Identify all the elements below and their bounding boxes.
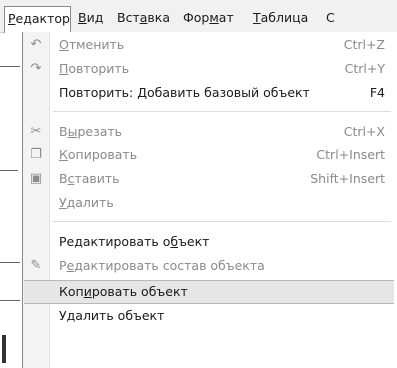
menu-item-repeat-label: Повторить: Добавить базовый объект: [59, 85, 310, 100]
menu-item-repeat-shortcut: F4: [369, 85, 385, 100]
menu-item-paste-shortcut: Shift+Insert: [310, 171, 385, 186]
scissors-icon: ✂: [30, 124, 42, 139]
menu-item-paste-label: Вставить: [59, 171, 120, 186]
menu-editor-label: Редактор: [8, 11, 70, 26]
menu-item-copy-shortcut: Ctrl+Insert: [316, 147, 385, 162]
drawing-line: [0, 170, 18, 171]
menu-item-edit-object-label: Редактировать объект: [59, 234, 210, 249]
menu-item-edit-composition[interactable]: ✎ Редактировать состав объекта: [23, 255, 395, 277]
menu-item-undo-shortcut: Ctrl+Z: [343, 37, 385, 52]
menu-item-delete[interactable]: Удалить: [23, 192, 395, 214]
menu-item-cut[interactable]: ✂ Вырезать Ctrl+X: [23, 121, 395, 143]
redo-icon: ↷: [30, 61, 42, 76]
menu-item-edit-object[interactable]: Редактировать объект: [23, 231, 395, 253]
paste-icon: ▣: [29, 171, 43, 186]
menu-item-paste[interactable]: ▣ Вставить Shift+Insert: [23, 168, 395, 190]
menu-item-copy-label: Копировать: [59, 147, 138, 162]
menu-item-delete-label: Удалить: [59, 195, 114, 210]
menu-item-copy-object-label: Копировать объект: [59, 284, 188, 299]
menu-s-label: С: [326, 10, 335, 25]
menu-format-label: Формат: [183, 10, 234, 25]
menu-view[interactable]: Вид: [78, 7, 103, 28]
menu-item-edit-composition-label: Редактировать состав объекта: [59, 258, 265, 273]
edit-composition-icon: ✎: [30, 258, 42, 273]
menu-insert[interactable]: Вставка: [117, 7, 170, 28]
menu-s[interactable]: С: [326, 7, 335, 28]
menu-item-repeat[interactable]: Повторить: Добавить базовый объект F4: [23, 82, 395, 104]
menu-bar: Редактор Вид Вставка Формат Таблица С: [0, 0, 397, 33]
drawing-line: [0, 262, 20, 263]
menu-item-copy-object[interactable]: Копировать объект: [24, 280, 394, 304]
menu-item-copy[interactable]: ❐ Копировать Ctrl+Insert: [23, 144, 395, 166]
menu-format[interactable]: Формат: [183, 7, 234, 28]
menu-item-undo[interactable]: ↶ Отменить Ctrl+Z: [23, 34, 395, 56]
menu-table-label: Таблица: [253, 10, 309, 25]
menu-item-redo-shortcut: Ctrl+Y: [344, 61, 385, 76]
menu-separator: [53, 221, 391, 222]
menu-separator: [53, 111, 391, 112]
document-background: [0, 0, 22, 368]
menu-item-cut-shortcut: Ctrl+X: [343, 124, 385, 139]
menu-insert-label: Вставка: [117, 10, 170, 25]
menu-table[interactable]: Таблица: [253, 7, 308, 28]
drawing-line: [0, 300, 20, 301]
menu-view-label: Вид: [78, 10, 104, 25]
menu-item-delete-object[interactable]: Удалить объект: [23, 305, 395, 327]
drawing-line: [0, 66, 20, 67]
menu-item-redo[interactable]: ↷ Повторить Ctrl+Y: [23, 58, 395, 80]
copy-icon: ❐: [30, 147, 42, 162]
menu-item-cut-label: Вырезать: [59, 124, 123, 139]
menu-item-redo-label: Повторить: [59, 61, 130, 76]
undo-icon: ↶: [30, 37, 42, 52]
menu-item-delete-object-label: Удалить объект: [59, 308, 165, 323]
menu-editor[interactable]: Редактор: [4, 6, 71, 33]
menu-item-undo-label: Отменить: [59, 37, 125, 52]
drawing-line: [2, 335, 6, 363]
editor-dropdown-menu: ↶ Отменить Ctrl+Z ↷ Повторить Ctrl+Y Пов…: [22, 32, 397, 368]
